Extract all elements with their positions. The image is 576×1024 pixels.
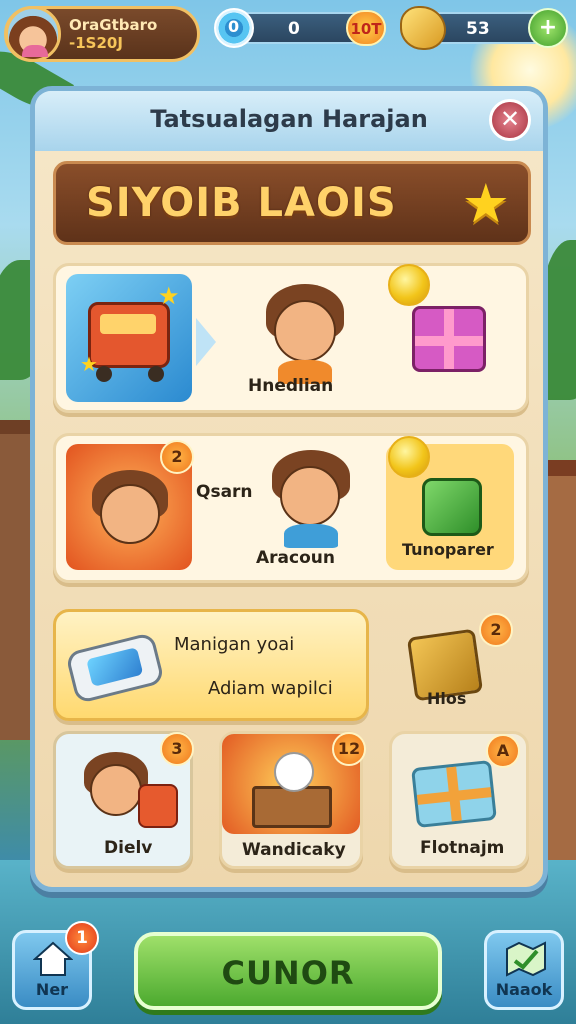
banner: SIYOIB LAOIS ★ bbox=[53, 161, 531, 245]
coin-icon: 0 bbox=[214, 8, 254, 48]
toy-box-icon bbox=[252, 786, 332, 828]
train-thumbnail[interactable]: ★ ★ bbox=[66, 274, 192, 402]
tile-label: Wandicaky bbox=[242, 840, 346, 860]
player-sub: -1S20J bbox=[69, 34, 123, 52]
coin-counter[interactable]: 0 0 10T bbox=[214, 8, 386, 48]
gift-box-icon bbox=[411, 759, 497, 829]
green-cube-icon bbox=[422, 478, 482, 536]
go-button[interactable]: CUNOR bbox=[134, 932, 442, 1010]
close-button[interactable]: ✕ bbox=[489, 99, 531, 141]
rewards-panel: Tatsualagan Harajan ✕ SIYOIB LAOIS ★ ★ ★… bbox=[30, 86, 548, 892]
avatar bbox=[5, 6, 61, 62]
coin-icon bbox=[388, 436, 430, 478]
home-button[interactable]: Ner 1 bbox=[12, 921, 99, 1010]
player-profile[interactable]: OraGtbaro -1S20J bbox=[4, 6, 200, 62]
side-label: Qsarn bbox=[196, 482, 253, 502]
banner-title: SIYOIB LAOIS bbox=[86, 180, 397, 226]
count-badge: 2 bbox=[160, 440, 194, 474]
count-badge: 12 bbox=[332, 732, 366, 766]
gold-value: 53 bbox=[466, 19, 490, 39]
teddy-icon bbox=[274, 752, 314, 792]
player-name: OraGtbaro bbox=[69, 16, 158, 34]
panel-header: Tatsualagan Harajan ✕ bbox=[35, 91, 543, 151]
offer-title: Manigan yoai bbox=[174, 634, 295, 655]
crate-reward[interactable]: 2 Hlos bbox=[383, 609, 529, 721]
notification-badge: 1 bbox=[65, 921, 99, 955]
offer-subtitle: Adiam wapilci bbox=[208, 678, 333, 699]
toy-train-icon bbox=[88, 302, 170, 368]
tile-label: Dielv bbox=[104, 838, 153, 858]
tile-label: Flotnajm bbox=[420, 838, 505, 858]
gift-box-icon bbox=[412, 306, 486, 372]
reward-tile-2[interactable]: 12 Wandicaky bbox=[219, 731, 366, 869]
gold-counter[interactable]: 53 + bbox=[400, 6, 568, 50]
home-label: Ner bbox=[35, 980, 69, 999]
gold-nugget-icon bbox=[400, 6, 446, 50]
reward-tile-1[interactable]: 3 Dielv bbox=[53, 731, 194, 869]
crate-label: Hlos bbox=[427, 689, 467, 708]
gift-bag-icon bbox=[138, 784, 178, 828]
count-badge: 2 bbox=[479, 613, 513, 647]
go-label: CUNOR bbox=[221, 954, 355, 992]
coin-icon bbox=[388, 264, 430, 306]
cube-reward-tile[interactable]: Tunoparer bbox=[386, 436, 514, 570]
map-button[interactable]: Naaok bbox=[484, 930, 564, 1010]
coin-value: 0 bbox=[288, 19, 300, 39]
count-badge: A bbox=[486, 734, 520, 768]
arrow-icon bbox=[196, 318, 216, 366]
phone-icon bbox=[65, 631, 165, 705]
map-label: Naaok bbox=[495, 980, 553, 999]
right-label: Tunoparer bbox=[402, 540, 494, 559]
reward-tile-3[interactable]: A Flotnajm bbox=[389, 731, 529, 869]
panel-title: Tatsualagan Harajan bbox=[150, 105, 428, 133]
kid-character bbox=[268, 450, 354, 548]
reward-label: Hnedlian bbox=[248, 376, 334, 396]
coin-badge: 10T bbox=[346, 10, 386, 46]
add-gold-icon[interactable]: + bbox=[528, 8, 568, 48]
reward-card-row2[interactable]: 2 Qsarn Aracoun Tunoparer bbox=[53, 433, 529, 583]
center-label: Aracoun bbox=[256, 548, 335, 568]
map-icon bbox=[506, 941, 546, 977]
star-icon: ★ bbox=[461, 172, 510, 235]
kid-character bbox=[260, 282, 350, 384]
reward-card-row1[interactable]: ★ ★ Hnedlian bbox=[53, 263, 529, 413]
count-badge: 3 bbox=[160, 732, 194, 766]
reward-card-row3[interactable]: Manigan yoai Adiam wapilci bbox=[53, 609, 369, 721]
